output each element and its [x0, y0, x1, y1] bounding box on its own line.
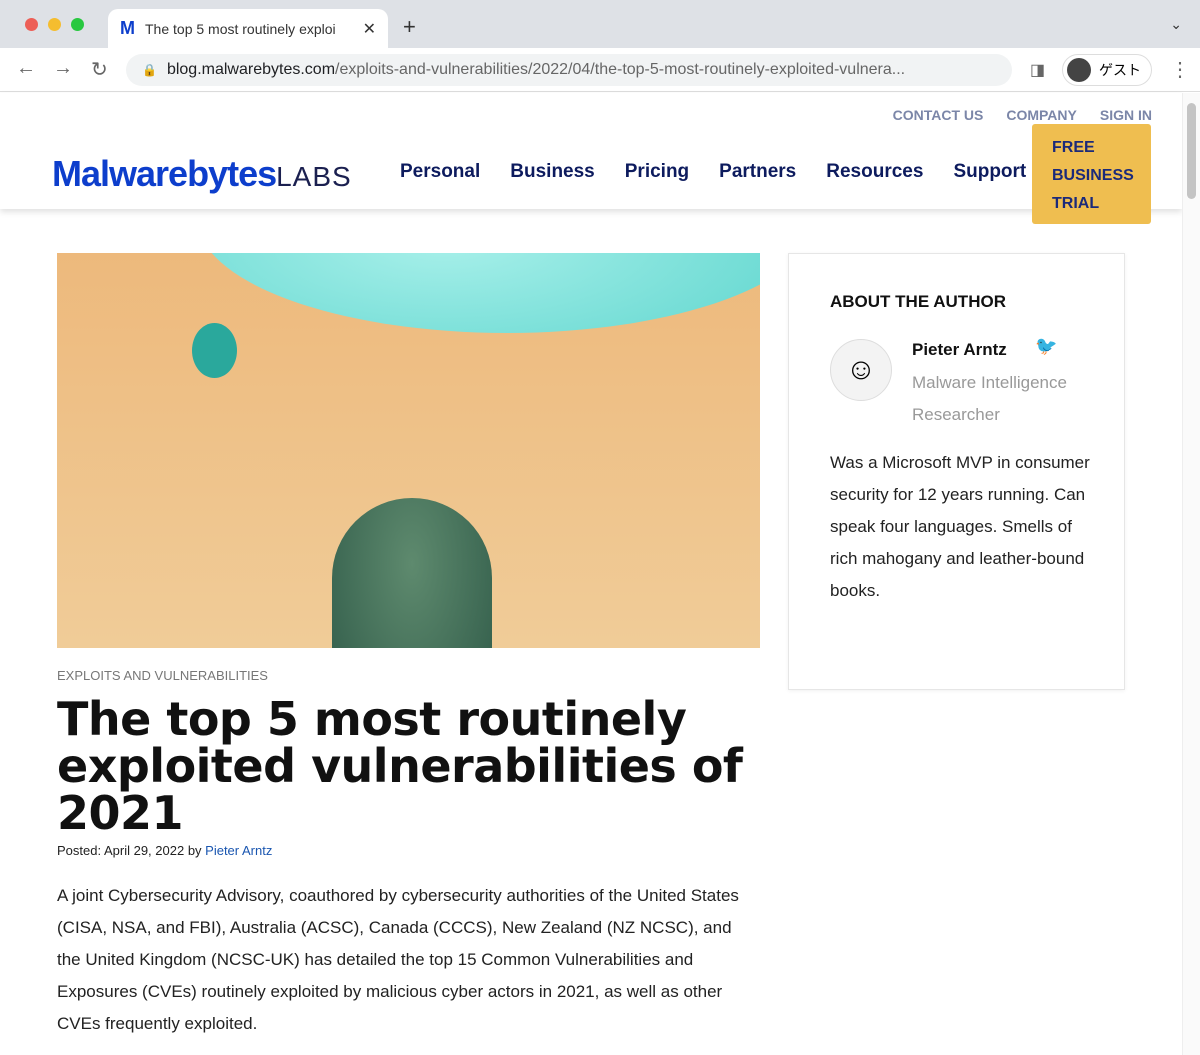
category-link[interactable]: EXPLOITS AND VULNERABILITIES: [57, 668, 268, 683]
profile-button[interactable]: ゲスト: [1062, 54, 1152, 86]
chevron-down-icon[interactable]: ⌄: [1170, 16, 1182, 33]
maximize-window-button[interactable]: [71, 18, 84, 31]
logo-main: Malwarebytes: [52, 153, 277, 194]
free-business-trial-button[interactable]: FREE BUSINESS TRIAL: [1032, 124, 1151, 224]
minimize-window-button[interactable]: [48, 18, 61, 31]
posted-date: Posted: April 29, 2022 by: [57, 843, 206, 858]
new-tab-icon[interactable]: +: [403, 14, 416, 40]
tab-title: The top 5 most routinely exploi: [145, 20, 336, 37]
twitter-icon[interactable]: 🐦: [1035, 336, 1057, 357]
scrollbar[interactable]: [1182, 93, 1200, 1055]
company-link[interactable]: COMPANY: [1006, 107, 1077, 123]
author-link[interactable]: Pieter Arntz: [205, 843, 272, 858]
nav-pricing[interactable]: Pricing: [625, 161, 689, 183]
close-window-button[interactable]: [25, 18, 38, 31]
profile-label: ゲスト: [1099, 62, 1141, 78]
url-domain: blog.malwarebytes.com: [166, 61, 336, 78]
contact-us-link[interactable]: CONTACT US: [893, 107, 984, 123]
sign-in-link[interactable]: SIGN IN: [1100, 107, 1152, 123]
url-path: /exploits-and-vulnerabilities/2022/04/th…: [335, 61, 906, 78]
reload-icon[interactable]: ↻: [91, 57, 108, 82]
hero-image: [57, 253, 760, 648]
logo-sub: LABS: [276, 161, 352, 192]
avatar-icon: [1067, 58, 1091, 82]
nav-personal[interactable]: Personal: [400, 161, 480, 183]
site-header: CONTACT US COMPANY SIGN IN MalwarebytesL…: [0, 93, 1182, 224]
lock-icon: 🔒: [142, 63, 157, 77]
article-title: The top 5 most routinely exploited vulne…: [57, 692, 743, 840]
malwarebytes-favicon-icon: M: [120, 18, 135, 38]
nav-resources[interactable]: Resources: [826, 161, 923, 183]
post-meta: Posted: April 29, 2022 by Pieter Arntz: [57, 843, 272, 858]
about-author-card: ABOUT THE AUTHOR ☺ Pieter Arntz 🐦 Malwar…: [788, 253, 1125, 690]
tab-bar: M The top 5 most routinely exploi ✕ + ⌄: [0, 0, 1200, 48]
article-body: A joint Cybersecurity Advisory, coauthor…: [57, 886, 739, 1033]
browser-tab[interactable]: M The top 5 most routinely exploi ✕: [108, 9, 388, 48]
menu-icon[interactable]: ⋮: [1170, 57, 1190, 82]
logo[interactable]: MalwarebytesLABS: [52, 153, 352, 195]
author-name: Pieter Arntz: [912, 340, 1007, 359]
close-tab-icon[interactable]: ✕: [363, 19, 376, 39]
address-bar[interactable]: 🔒 blog.malwarebytes.com/exploits-and-vul…: [126, 54, 1012, 86]
back-icon[interactable]: ←: [16, 57, 36, 80]
side-panel-icon[interactable]: ◨: [1030, 60, 1045, 80]
about-author-heading: ABOUT THE AUTHOR: [830, 292, 1006, 311]
nav-partners[interactable]: Partners: [719, 161, 796, 183]
forward-icon[interactable]: →: [53, 57, 73, 80]
author-role: Malware Intelligence Researcher: [912, 373, 1067, 424]
browser-toolbar: ← → ↻ 🔒 blog.malwarebytes.com/exploits-a…: [0, 48, 1200, 92]
author-avatar: ☺: [830, 339, 892, 401]
author-bio: Was a Microsoft MVP in consumer security…: [830, 453, 1090, 600]
nav-support[interactable]: Support: [953, 161, 1026, 183]
nav-business[interactable]: Business: [510, 161, 594, 183]
